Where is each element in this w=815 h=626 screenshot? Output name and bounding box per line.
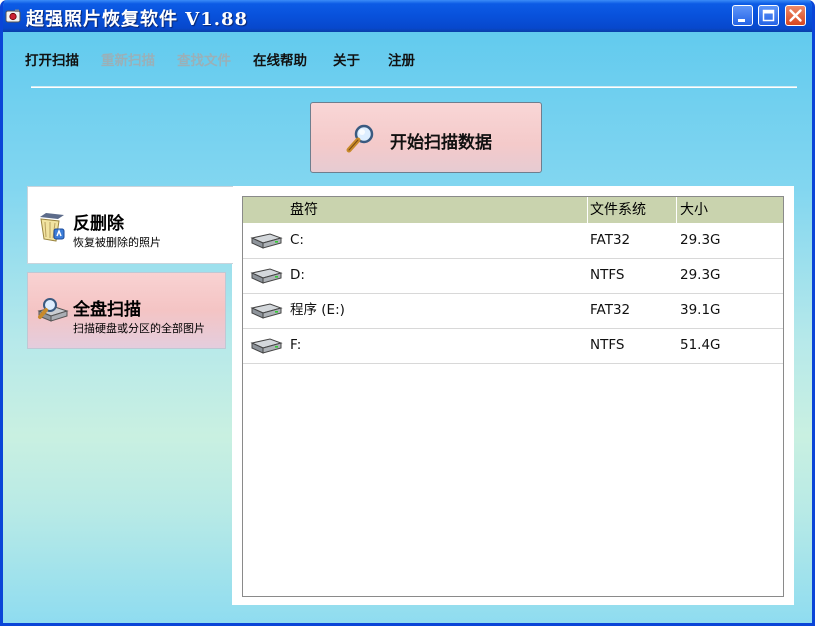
hard-drive-icon: [250, 338, 283, 354]
menu-about[interactable]: 关于: [333, 49, 360, 69]
hard-drive-icon: [250, 303, 283, 319]
column-separator[interactable]: [587, 197, 588, 223]
drive-size: 39.1G: [680, 302, 721, 318]
maximize-icon: [762, 9, 775, 22]
start-scan-button[interactable]: 开始扫描数据: [310, 102, 542, 173]
title-bar[interactable]: 超强照片恢复软件 V1.88: [3, 0, 812, 32]
mode-full-scan-tab[interactable]: 全盘扫描 扫描硬盘或分区的全部图片: [27, 272, 226, 349]
disk-scan-icon: [37, 298, 69, 322]
maximize-button[interactable]: [758, 5, 779, 26]
column-size[interactable]: 大小: [680, 197, 708, 223]
mode-undelete-title: 反删除: [73, 214, 124, 234]
table-row[interactable]: 程序 (E:) FAT32 39.1G: [243, 293, 783, 329]
window-title: 超强照片恢复软件 V1.88: [26, 9, 249, 30]
column-separator[interactable]: [676, 197, 677, 223]
table-row[interactable]: C: FAT32 29.3G: [243, 223, 783, 259]
menu-register[interactable]: 注册: [388, 49, 415, 69]
recycle-bin-icon: [40, 213, 65, 242]
table-row[interactable]: D: NTFS 29.3G: [243, 258, 783, 294]
menu-online-help[interactable]: 在线帮助: [253, 49, 307, 69]
drive-name: 程序 (E:): [290, 302, 345, 318]
column-drive[interactable]: 盘符: [290, 197, 318, 223]
drive-list-header: 盘符 文件系统 大小: [243, 197, 783, 223]
drive-list[interactable]: 盘符 文件系统 大小 C: FAT32 29.3G D: NTFS 29.3G …: [242, 196, 784, 597]
mode-undelete-subtitle: 恢复被删除的照片: [73, 236, 161, 249]
minimize-button[interactable]: [732, 5, 753, 26]
close-icon: [789, 9, 802, 22]
start-scan-label: 开始扫描数据: [390, 133, 492, 153]
app-window: 超强照片恢复软件 V1.88 打开扫描 重新扫描 查找文件 在线帮助 关于 注册…: [0, 0, 815, 626]
drive-filesystem: FAT32: [590, 302, 631, 318]
drive-name: D:: [290, 267, 305, 283]
menu-rescan[interactable]: 重新扫描: [101, 49, 155, 69]
app-icon: [5, 9, 21, 23]
mode-full-scan-title: 全盘扫描: [73, 300, 141, 320]
close-button[interactable]: [785, 5, 806, 26]
menu-find-files[interactable]: 查找文件: [177, 49, 231, 69]
hard-drive-icon: [250, 268, 283, 284]
drive-size: 29.3G: [680, 232, 721, 248]
drive-filesystem: FAT32: [590, 232, 631, 248]
column-filesystem[interactable]: 文件系统: [590, 197, 646, 223]
menu-open-scan[interactable]: 打开扫描: [25, 49, 79, 69]
drive-size: 29.3G: [680, 267, 721, 283]
mode-full-scan-subtitle: 扫描硬盘或分区的全部图片: [73, 322, 205, 335]
drive-name: F:: [290, 337, 302, 353]
table-row[interactable]: F: NTFS 51.4G: [243, 328, 783, 364]
drive-filesystem: NTFS: [590, 337, 625, 353]
drive-name: C:: [290, 232, 304, 248]
magnifier-icon: [346, 124, 374, 153]
menu-divider: [31, 86, 797, 88]
drive-size: 51.4G: [680, 337, 721, 353]
mode-undelete-tab[interactable]: 反删除 恢复被删除的照片: [27, 186, 233, 264]
drive-filesystem: NTFS: [590, 267, 625, 283]
minimize-icon: [738, 19, 745, 22]
hard-drive-icon: [250, 233, 283, 249]
